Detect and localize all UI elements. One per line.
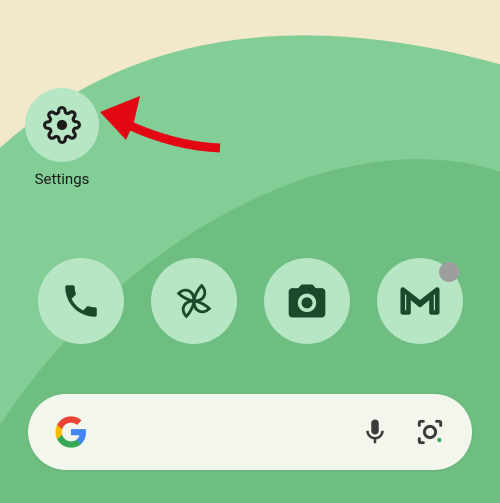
gear-icon <box>43 106 81 144</box>
camera-icon <box>285 279 329 323</box>
dock-phone-app[interactable] <box>38 258 124 344</box>
settings-label: Settings <box>35 170 90 188</box>
phone-icon <box>60 280 102 322</box>
notification-badge <box>439 262 459 282</box>
lens-icon[interactable] <box>414 416 446 448</box>
gmail-icon <box>397 278 443 324</box>
pinwheel-icon <box>171 278 217 324</box>
dock-gmail-app[interactable] <box>377 258 463 344</box>
google-g-icon <box>54 415 88 449</box>
dock-photos-app[interactable] <box>151 258 237 344</box>
dock <box>0 258 500 344</box>
dock-camera-app[interactable] <box>264 258 350 344</box>
settings-app-shortcut[interactable]: Settings <box>22 88 102 188</box>
settings-icon-bg <box>25 88 99 162</box>
search-bar[interactable] <box>28 394 472 470</box>
mic-icon[interactable] <box>360 417 390 447</box>
annotation-arrow <box>100 96 230 168</box>
